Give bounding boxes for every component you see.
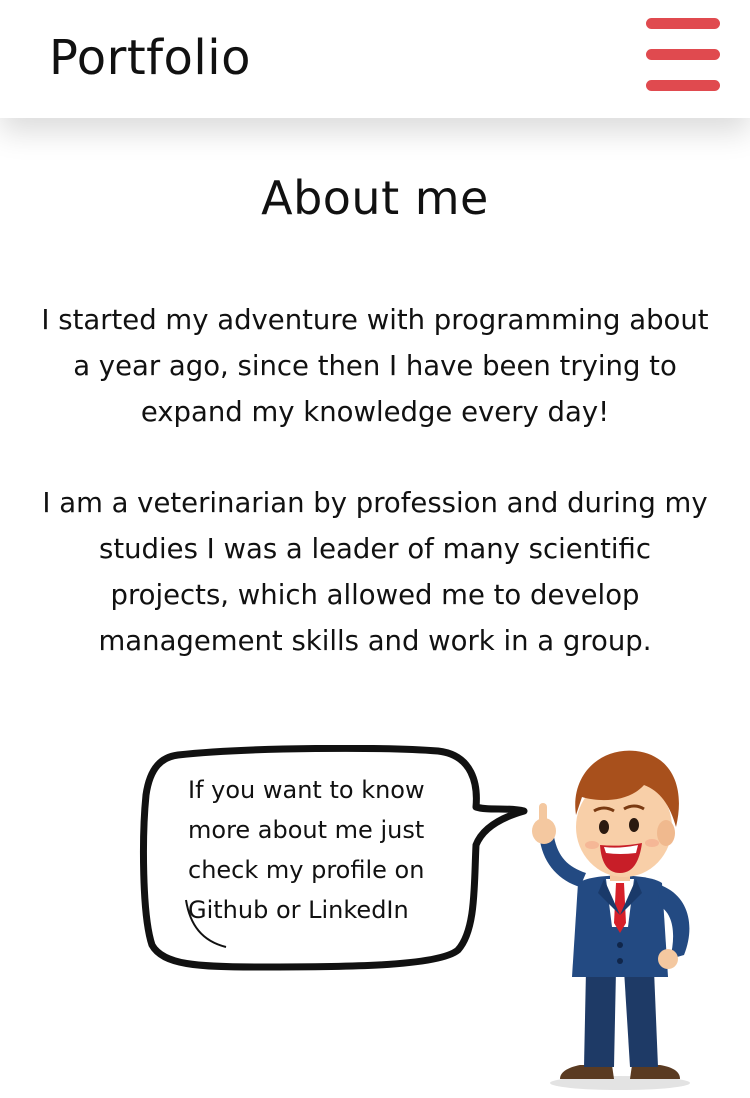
about-paragraph-2: I am a veterinarian by profession and du… <box>42 487 708 657</box>
hamburger-menu-icon[interactable] <box>644 16 722 94</box>
menu-bar-bottom <box>646 80 720 91</box>
brand-logo-text[interactable]: Portfolio <box>49 28 251 88</box>
section-title: About me <box>261 171 489 225</box>
speech-bubble-text: If you want to know more about me just c… <box>188 776 425 924</box>
businessman-illustration <box>532 750 690 1090</box>
site-header: Portfolio <box>0 0 750 118</box>
menu-bar-middle <box>646 49 720 60</box>
menu-bar-top <box>646 18 720 29</box>
about-paragraph-1: I started my adventure with programming … <box>41 304 709 428</box>
